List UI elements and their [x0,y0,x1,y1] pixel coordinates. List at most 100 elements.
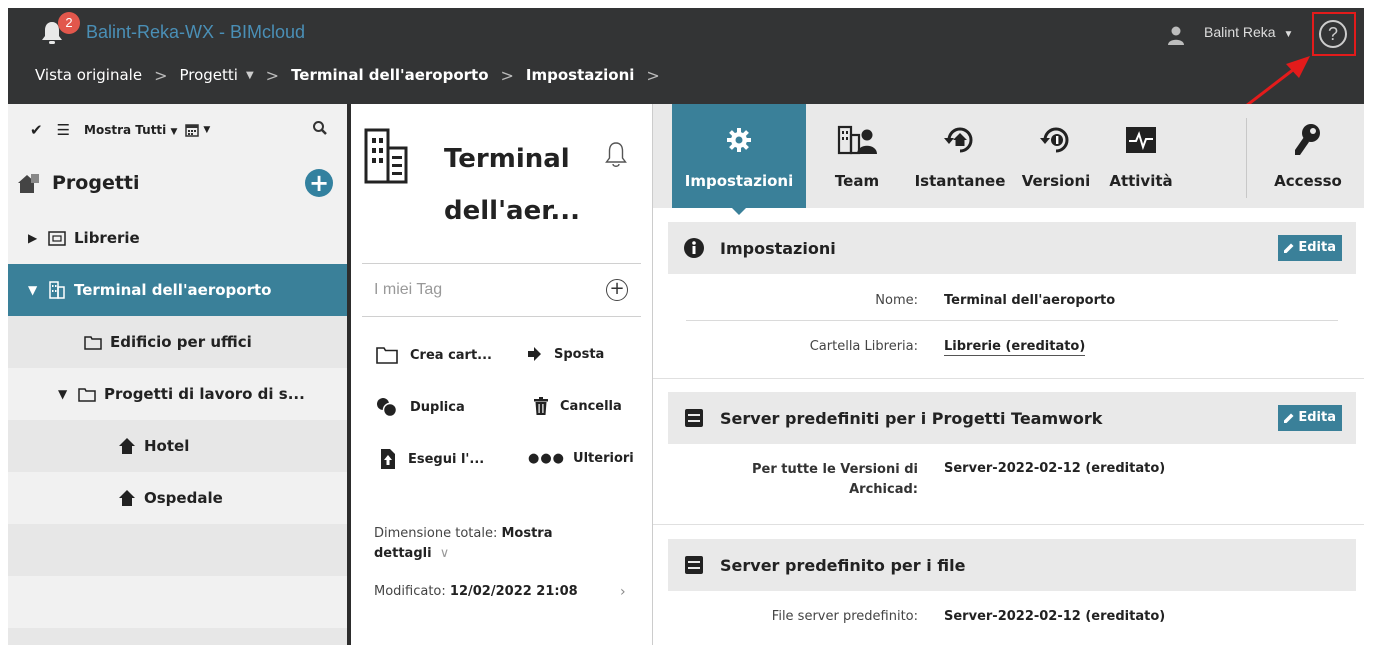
file-server-value: Server-2022-02-12 (ereditato) [944,609,1166,624]
create-folder-button[interactable]: Crea cart... [376,346,492,364]
sidebar-divider [347,104,351,645]
search-icon[interactable] [312,120,328,136]
versions-label: Per tutte le Versioni di Archicad: [751,462,918,497]
trash-icon [534,397,548,415]
collapse-arrow-icon[interactable]: ▼ [58,387,72,401]
folder-icon [376,347,398,364]
duplicate-button[interactable]: Duplica [376,397,465,417]
bell-icon[interactable] [605,140,627,168]
sidebar-toolbar: ✔ ☰ Mostra Tutti ▼ ▼ [30,118,210,142]
projects-title: Progetti [52,172,140,194]
divider [653,524,1364,525]
breadcrumb: Vista originale > Progetti ▼ > Terminal … [35,64,672,86]
tree-empty-row [8,628,347,645]
modified-label: Modificato: [374,584,446,599]
project-title: Terminal dell'aer... [444,128,594,242]
activity-icon [1126,127,1156,153]
building-icon [364,128,408,184]
edit-teamwork-servers-button[interactable]: Edita [1278,405,1342,431]
tab-label: Impostazioni [684,172,794,190]
modified-value: 12/02/2022 21:08 [449,584,578,599]
breadcrumb-item-home[interactable]: Vista originale [35,66,142,84]
tab-label: Accesso [1274,172,1342,190]
divider [686,320,1338,321]
tree-item-label: Librerie [74,229,140,247]
notification-badge[interactable]: 2 [58,12,80,34]
chevron-right-icon[interactable]: › [620,584,626,600]
tree-item-label: Terminal dell'aeroporto [74,281,272,299]
tab-versions[interactable]: Versioni [1018,104,1094,208]
tab-settings[interactable]: Impostazioni [672,104,806,208]
delete-button[interactable]: Cancella [534,397,622,415]
modified-info: Modificato: 12/02/2022 21:08 [374,584,578,599]
divider [362,316,641,317]
help-icon[interactable]: ? [1319,20,1347,48]
filter-dropdown[interactable]: Mostra Tutti ▼ [84,123,177,137]
action-label: Cancella [560,398,622,414]
file-server-label: File server predefinito: [771,609,918,624]
name-label: Nome: [875,293,918,308]
collapse-arrow-icon[interactable]: ▼ [28,283,42,297]
tree-item-office-building[interactable]: Edificio per uffici [8,316,347,368]
settings-section-header: Impostazioni Edita [668,222,1356,274]
add-project-button[interactable]: + [305,169,333,197]
gear-icon [727,128,751,152]
tree-item-hotel[interactable]: Hotel [8,420,347,472]
library-value-link[interactable]: Librerie (ereditato) [944,339,1086,356]
duplicate-icon [377,398,398,417]
edit-settings-button[interactable]: Edita [1278,235,1342,261]
filter-label: Mostra Tutti [84,123,167,137]
tags-label: I miei Tag [374,281,443,298]
folder-icon [84,336,102,350]
breadcrumb-separator-icon: > [265,65,280,85]
more-button[interactable]: ●●● Ulteriori [528,451,634,466]
projects-icon [18,174,39,193]
divider [653,378,1364,379]
server-icon [685,409,703,427]
list-icon[interactable]: ☰ [57,121,70,139]
tree-item-hospital[interactable]: Ospedale [8,472,347,524]
tab-snapshots[interactable]: Istantanee [904,104,1016,208]
project-title-line2: dell'aer... [444,196,580,226]
user-menu[interactable]: Balint Reka ▼ [1204,24,1293,40]
project-icon [119,490,135,506]
tree-item-airport-terminal[interactable]: ▼ Terminal dell'aeroporto [8,264,347,316]
checkmark-icon[interactable]: ✔ [30,121,43,139]
breadcrumb-separator-icon: > [154,65,168,85]
edit-label: Edita [1298,240,1336,255]
tree-item-label: Hotel [144,437,190,455]
move-button[interactable]: Sposta [528,346,604,362]
export-icon [381,449,395,469]
tab-team[interactable]: Team [822,104,892,208]
expand-arrow-icon[interactable]: ▶ [28,231,42,245]
export-button[interactable]: Esegui l'... [380,448,484,470]
user-icon[interactable] [1168,26,1184,46]
caret-down-icon[interactable]: ▼ [246,70,254,81]
file-server-section-header: Server predefinito per i file [668,539,1356,591]
server-icon [685,556,703,574]
project-icon [119,438,135,454]
breadcrumb-item-settings[interactable]: Impostazioni [526,66,634,84]
chevron-down-icon[interactable]: ∨ [440,546,450,561]
calendar-icon [185,124,200,137]
tree-item-label: Ospedale [144,489,223,507]
total-size-info: Dimensione totale: Mostra dettagli ∨ [374,524,614,564]
action-label: Esegui l'... [408,451,485,467]
calendar-dropdown[interactable]: ▼ [185,123,210,137]
tree-item-teamwork-projects[interactable]: ▼ Progetti di lavoro di s... [8,368,347,420]
tab-activity[interactable]: Attività [1098,104,1184,208]
breadcrumb-separator-icon: > [646,65,660,85]
versions-icon [1040,127,1069,153]
app-title[interactable]: Balint-Reka-WX - BIMcloud [86,22,305,43]
tab-access[interactable]: Accesso [1266,104,1350,208]
breadcrumb-item-project[interactable]: Terminal dell'aeroporto [291,66,488,84]
breadcrumb-separator-icon: > [500,65,514,85]
action-label: Duplica [410,399,465,415]
add-tag-button[interactable]: + [606,279,628,301]
breadcrumb-item-projects[interactable]: Progetti [179,66,237,84]
arrow-right-icon [528,347,541,361]
section-title: Server predefinito per i file [720,555,966,575]
library-label: Cartella Libreria: [809,339,918,354]
action-label: Crea cart... [410,347,492,363]
tree-item-libraries[interactable]: ▶ Librerie [8,212,347,264]
